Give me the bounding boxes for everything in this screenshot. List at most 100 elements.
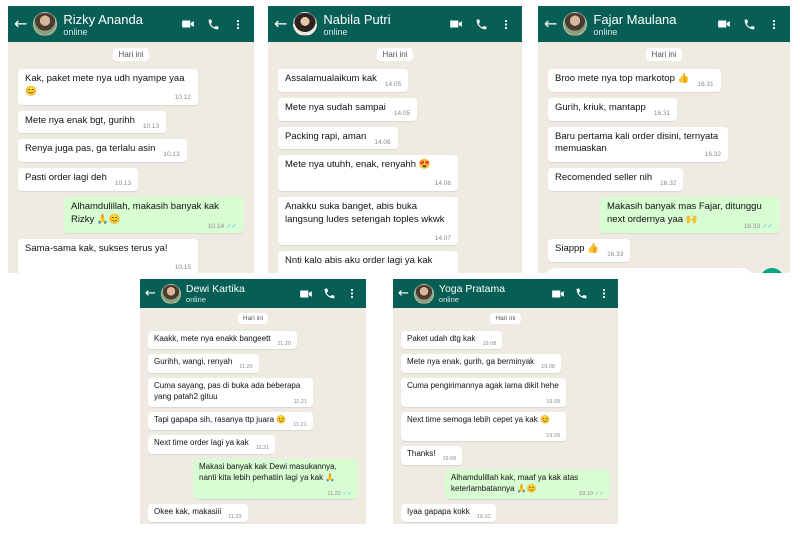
message-time: 19.10 ✓✓ bbox=[579, 491, 604, 498]
message-text: Packing rapi, aman bbox=[285, 130, 367, 142]
message-timestamp: 16.33 bbox=[743, 222, 761, 230]
voice-call-icon[interactable] bbox=[743, 18, 756, 31]
message-time: 14.05 bbox=[394, 110, 410, 119]
incoming-message: Kaakk, mete nya enakk bangeett 11.20 bbox=[148, 331, 297, 350]
message-time: 19.09 bbox=[546, 399, 560, 406]
message-time: 11.20 bbox=[239, 364, 252, 371]
read-ticks-icon: ✓✓ bbox=[226, 221, 237, 230]
message-time: 11.23 bbox=[228, 514, 241, 521]
contact-status: online bbox=[323, 26, 348, 37]
read-ticks-icon: ✓✓ bbox=[594, 490, 604, 497]
back-arrow-icon[interactable]: ← bbox=[544, 16, 557, 32]
message-text: Cuma pengirimannya agak lama dikit hehe bbox=[407, 380, 559, 390]
message-text: Mete nya enak, gurih, ga berminyak bbox=[407, 357, 535, 367]
avatar[interactable] bbox=[293, 12, 318, 36]
message-text: Nnti kalo abis aku order lagi ya kak bbox=[285, 255, 433, 267]
message-timestamp: 11.23 bbox=[228, 513, 242, 520]
message-time: 16.32 bbox=[705, 151, 721, 160]
avatar[interactable] bbox=[563, 12, 588, 36]
message-time: 10.12 bbox=[175, 94, 191, 103]
message-text: Recomended seller nih bbox=[555, 172, 653, 184]
date-separator: Hari ini bbox=[645, 48, 683, 61]
voice-call-icon[interactable] bbox=[475, 18, 488, 31]
back-arrow-icon[interactable]: ← bbox=[145, 287, 156, 300]
more-options-icon[interactable] bbox=[598, 287, 610, 300]
message-timestamp: 16.32 bbox=[704, 151, 721, 159]
back-arrow-icon[interactable]: ← bbox=[274, 16, 287, 32]
incoming-message: Packing rapi, aman 14.06 bbox=[278, 126, 398, 150]
message-timestamp: 19.09 bbox=[546, 432, 560, 439]
mic-button[interactable] bbox=[760, 268, 784, 273]
message-text: Kak, paket mete nya udh nyampe yaa 😊 bbox=[25, 73, 185, 97]
contact-info[interactable]: Rizky Ananda online bbox=[63, 12, 175, 37]
chat-window-yoga: ← Yoga Pratama online Hari ini Paket udah dt… bbox=[393, 279, 618, 524]
incoming-message: Nnti kalo abis aku order lagi ya kak14.0… bbox=[278, 251, 458, 273]
video-call-icon[interactable] bbox=[717, 17, 731, 31]
message-time: 19.09 bbox=[546, 433, 560, 440]
date-separator: Hari ini bbox=[112, 48, 150, 61]
contact-name: Rizky Ananda bbox=[63, 11, 143, 27]
message-time: 16.31 bbox=[654, 110, 670, 119]
contact-name: Nabila Putri bbox=[323, 11, 391, 27]
message-time: 10.13 bbox=[115, 180, 131, 189]
voice-call-icon[interactable] bbox=[323, 287, 336, 300]
video-call-icon[interactable] bbox=[551, 287, 565, 301]
message-time: 10.13 bbox=[163, 151, 179, 160]
contact-info[interactable]: Yoga Pratama online bbox=[439, 283, 546, 304]
message-timestamp: 11.21 bbox=[293, 398, 307, 405]
composer-bar: Ketik pesan bbox=[538, 262, 790, 273]
back-arrow-icon[interactable]: ← bbox=[398, 287, 409, 300]
message-timestamp: 11.21 bbox=[255, 445, 270, 452]
message-timestamp: 14.06 bbox=[374, 138, 391, 146]
incoming-message: Baru pertama kali order disini, ternyata… bbox=[548, 126, 728, 163]
avatar[interactable] bbox=[160, 283, 181, 304]
voice-call-icon[interactable] bbox=[575, 287, 588, 300]
voice-call-icon[interactable] bbox=[207, 18, 220, 31]
message-timestamp: 19.08 bbox=[541, 364, 555, 371]
contact-name: Dewi Kartika bbox=[185, 283, 245, 295]
message-text: Siappp 👍 bbox=[555, 243, 600, 255]
contact-status: online bbox=[63, 26, 88, 37]
message-text: Cuma sayang, pas di buka ada beberapa ya… bbox=[154, 380, 301, 401]
back-arrow-icon[interactable]: ← bbox=[14, 16, 27, 32]
more-options-icon[interactable] bbox=[500, 18, 512, 31]
more-options-icon[interactable] bbox=[768, 18, 780, 31]
message-timestamp: 11.22 bbox=[327, 490, 341, 497]
message-timestamp: 19.08 bbox=[482, 341, 497, 347]
message-text: Iyaa gapapa kokk bbox=[407, 506, 470, 516]
incoming-message: Mete nya sudah sampai 14.05 bbox=[278, 97, 418, 121]
contact-name: Yoga Pratama bbox=[438, 283, 506, 295]
message-time: 16.33 ✓✓ bbox=[744, 222, 773, 232]
contact-info[interactable]: Fajar Maulana online bbox=[593, 12, 711, 37]
incoming-message: Cuma sayang, pas di buka ada beberapa ya… bbox=[148, 377, 313, 408]
incoming-message: Iyaa gapapa kokk 19.10 bbox=[401, 503, 497, 523]
message-timestamp: 14.07 bbox=[434, 234, 451, 242]
video-call-icon[interactable] bbox=[181, 17, 195, 31]
message-timestamp: 10.13 bbox=[142, 122, 160, 130]
message-timestamp: 16.31 bbox=[697, 81, 714, 88]
message-text: Gurihh, wangi, renyah bbox=[154, 357, 233, 367]
contact-name: Fajar Maulana bbox=[593, 11, 677, 27]
incoming-message: Mete nya enak, gurih, ga berminyak 19.08 bbox=[401, 354, 561, 373]
chat-window-nabila: ← Nabila Putri online Hari ini Assalamualaik… bbox=[268, 6, 522, 273]
message-timestamp: 11.20 bbox=[239, 364, 253, 371]
video-call-icon[interactable] bbox=[299, 287, 313, 301]
message-timestamp: 16.32 bbox=[660, 180, 677, 188]
contact-status: online bbox=[438, 295, 459, 304]
composer-bar: Ketik pesan bbox=[393, 522, 618, 524]
avatar[interactable] bbox=[413, 283, 434, 304]
video-call-icon[interactable] bbox=[449, 17, 463, 31]
message-text: Pasti order lagi deh bbox=[25, 172, 107, 184]
header-actions bbox=[299, 287, 358, 301]
message-input[interactable]: Ketik pesan bbox=[544, 268, 754, 273]
more-options-icon[interactable] bbox=[346, 287, 358, 300]
incoming-message: Anakku suka banget, abis buka langsung l… bbox=[278, 196, 458, 246]
header-actions bbox=[449, 17, 512, 31]
more-options-icon[interactable] bbox=[232, 18, 244, 31]
avatar[interactable] bbox=[33, 12, 58, 36]
contact-info[interactable]: Nabila Putri online bbox=[323, 12, 443, 37]
incoming-message: Gurih, kriuk, mantapp 16.31 bbox=[548, 97, 678, 121]
header-actions bbox=[551, 287, 610, 301]
contact-info[interactable]: Dewi Kartika online bbox=[186, 283, 294, 304]
message-timestamp: 14.05 bbox=[393, 109, 411, 117]
